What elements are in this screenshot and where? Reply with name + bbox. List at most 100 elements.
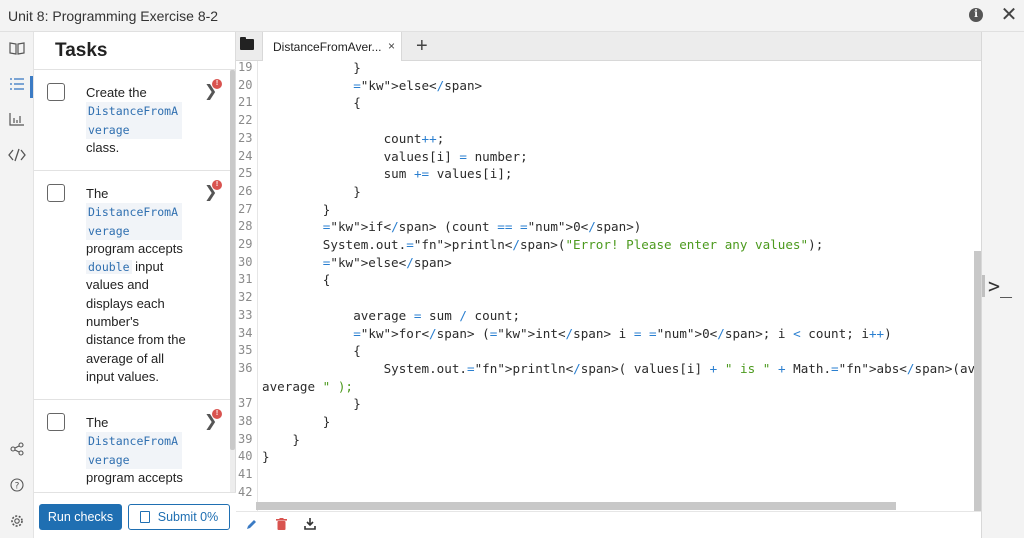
code-text: ="kw">else</span> <box>322 254 452 270</box>
terminal-icon[interactable]: >_ <box>988 274 1012 298</box>
code-text: ="kw">else</span> <box>353 77 483 93</box>
code-text: } <box>322 201 331 217</box>
line-number: 37 <box>238 396 253 411</box>
code-line[interactable]: 40} <box>236 448 981 466</box>
code-line[interactable]: 35 { <box>236 342 981 360</box>
code-line[interactable]: 36 System.out.="fn">println</span>( value… <box>236 360 981 378</box>
code-text: sum += values[i]; <box>383 166 513 182</box>
document-icon <box>139 511 150 523</box>
code-line[interactable]: 37} <box>236 395 981 413</box>
line-number: 36 <box>238 360 253 375</box>
code-line[interactable]: 26} <box>236 183 981 201</box>
task-checkbox[interactable] <box>47 413 65 431</box>
line-number: 34 <box>238 325 253 340</box>
code-line[interactable]: 19} <box>236 61 981 77</box>
code-text: { <box>353 95 361 111</box>
line-number: 38 <box>238 414 253 428</box>
code-line[interactable]: 38} <box>236 413 981 431</box>
line-number: 22 <box>238 113 253 128</box>
close-icon[interactable]: ✕ <box>1000 4 1018 26</box>
tasks-title: Tasks <box>55 40 108 61</box>
editor-vertical-scrollbar[interactable] <box>974 251 981 511</box>
code-line[interactable]: average " ); <box>236 378 981 396</box>
task-list-icon[interactable] <box>7 77 27 97</box>
tasks-footer: Run checks Submit 0% <box>34 492 236 538</box>
task-checkbox[interactable] <box>47 83 65 101</box>
code-line[interactable]: 29 System.out.="fn">println</span>("Error… <box>236 236 981 254</box>
folder-icon[interactable] <box>240 37 254 50</box>
terminal-strip: >_ <box>981 32 1024 538</box>
download-icon[interactable] <box>304 518 316 533</box>
chart-icon[interactable] <box>7 112 27 132</box>
task-description: The DistanceFromAverage program accepts … <box>86 186 186 384</box>
code-text: count++; <box>383 130 445 146</box>
code-line[interactable]: 39} <box>236 431 981 449</box>
task-checkbox[interactable] <box>47 184 65 202</box>
code-text: ="kw">if</span> (count == ="num">0</span… <box>322 219 642 235</box>
code-text: values[i] = number; <box>383 148 528 164</box>
task-description: Create the DistanceFromAverage class. <box>86 84 190 157</box>
code-line[interactable]: 31 { <box>236 271 981 289</box>
code-line[interactable]: 42 <box>236 484 981 502</box>
code-line[interactable]: 41 <box>236 466 981 484</box>
line-number: 25 <box>238 166 253 181</box>
code-token: DistanceFromAverage <box>86 432 182 469</box>
task-item[interactable]: The DistanceFromAverage program accepts … <box>34 171 230 400</box>
info-icon[interactable]: i <box>969 8 983 22</box>
code-editor[interactable]: 19} 20 ="kw">else</span> 21{22 23 count++; 24 v… <box>236 61 981 511</box>
code-line[interactable]: 24 values[i] = number; <box>236 148 981 166</box>
task-list: Create the DistanceFromAverage class. ❯ … <box>34 70 230 522</box>
code-text: } <box>353 396 361 412</box>
error-badge: ! <box>212 79 222 89</box>
line-number: 35 <box>238 343 253 358</box>
resize-handle[interactable] <box>982 275 985 297</box>
help-icon[interactable]: ? <box>7 478 27 498</box>
delete-icon[interactable] <box>276 518 287 533</box>
code-text: ="kw">for</span> (="kw">int</span> i = =… <box>353 325 892 341</box>
code-text: } <box>353 183 361 199</box>
new-tab-button[interactable]: + <box>416 35 428 58</box>
line-number: 19 <box>238 61 253 74</box>
line-number: 30 <box>238 254 253 269</box>
code-line[interactable]: 32 <box>236 289 981 307</box>
code-line[interactable]: 25 sum += values[i]; <box>236 165 981 183</box>
line-number: 41 <box>238 467 253 482</box>
code-icon[interactable] <box>7 148 27 168</box>
line-number: 23 <box>238 130 253 145</box>
code-line[interactable]: 33 average = sum / count; <box>236 307 981 325</box>
svg-text:?: ? <box>15 482 20 492</box>
task-item[interactable]: Create the DistanceFromAverage class. ❯ … <box>34 70 230 171</box>
code-line[interactable]: 27} <box>236 201 981 219</box>
tasks-scrollbar-thumb[interactable] <box>230 70 235 450</box>
run-checks-button[interactable]: Run checks <box>39 504 122 530</box>
submit-button[interactable]: Submit 0% <box>128 504 230 530</box>
error-badge: ! <box>212 180 222 190</box>
edit-icon[interactable] <box>246 518 258 533</box>
settings-icon[interactable] <box>7 514 27 534</box>
tab-close-icon[interactable]: × <box>388 39 395 53</box>
code-line[interactable]: 28 ="kw">if</span> (count == ="num">0</sp… <box>236 218 981 236</box>
code-line[interactable]: 21 { <box>236 94 981 112</box>
code-text: } <box>292 431 300 447</box>
share-icon[interactable] <box>7 442 27 462</box>
code-line[interactable]: 34 ="kw">for</span> (="kw">int</span> i =… <box>236 325 981 343</box>
code-line[interactable]: 30 ="kw">else</span> <box>236 254 981 272</box>
error-badge: ! <box>212 409 222 419</box>
editor-horizontal-scrollbar[interactable] <box>256 502 896 510</box>
code-text: average = sum / count; <box>353 307 521 323</box>
file-tab[interactable]: DistanceFromAver... × <box>262 32 402 61</box>
line-number: 26 <box>238 183 253 198</box>
line-number: 29 <box>238 237 253 251</box>
code-token: DistanceFromAverage <box>86 203 182 240</box>
line-number: 27 <box>238 201 253 216</box>
code-line[interactable]: 22 <box>236 112 981 130</box>
code-line[interactable]: 23 count++; <box>236 130 981 148</box>
editor-bottom-toolbar <box>236 511 981 538</box>
code-text: { <box>322 272 331 288</box>
tasks-scrollbar[interactable] <box>230 70 235 522</box>
book-icon[interactable] <box>7 41 27 61</box>
code-line[interactable]: 20 ="kw">else</span> <box>236 77 981 95</box>
code-token: double <box>86 260 132 275</box>
line-number: 33 <box>238 307 253 322</box>
code-text: average " ); <box>262 378 354 394</box>
